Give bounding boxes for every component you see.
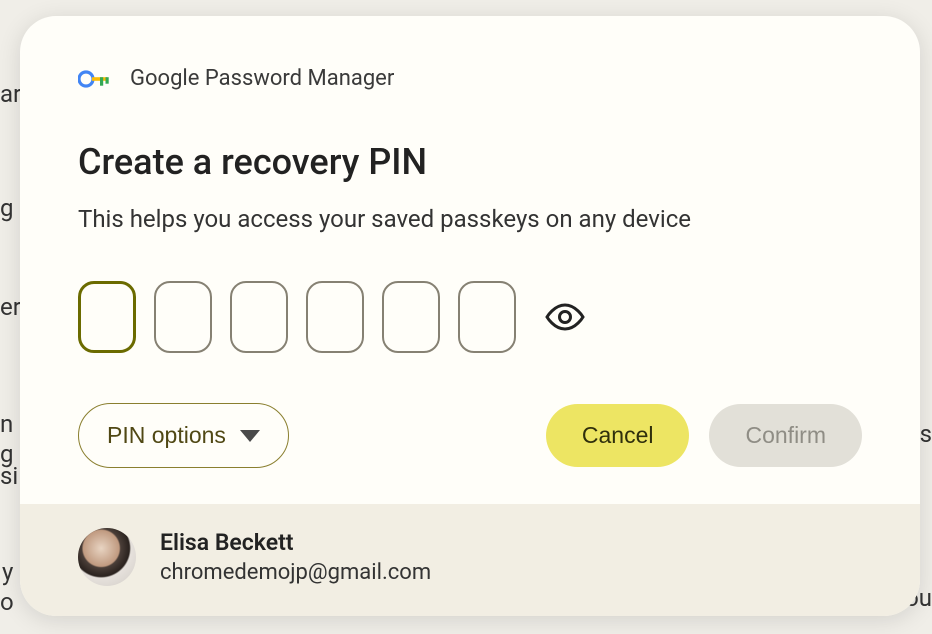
pin-input-row xyxy=(78,281,862,353)
pin-digit-1[interactable] xyxy=(78,281,136,353)
pin-options-button[interactable]: PIN options xyxy=(78,403,289,468)
account-text: Elisa Beckett chromedemojp@gmail.com xyxy=(160,529,431,585)
chevron-down-icon xyxy=(240,430,260,442)
pin-digit-5[interactable] xyxy=(382,281,440,353)
account-footer: Elisa Beckett chromedemojp@gmail.com xyxy=(20,504,920,616)
backdrop-text: si xyxy=(0,462,18,490)
recovery-pin-dialog: Google Password Manager Create a recover… xyxy=(20,16,920,616)
backdrop-text: g xyxy=(0,194,13,222)
brand-row: Google Password Manager xyxy=(78,66,862,91)
avatar xyxy=(78,528,136,586)
backdrop-text: y xyxy=(2,558,13,586)
brand-label: Google Password Manager xyxy=(130,66,394,91)
account-name: Elisa Beckett xyxy=(160,529,431,556)
right-actions: Cancel Confirm xyxy=(546,404,862,467)
cancel-button[interactable]: Cancel xyxy=(546,404,690,467)
google-password-manager-icon xyxy=(78,70,112,88)
toggle-visibility-icon[interactable] xyxy=(544,296,586,338)
dialog-subtitle: This helps you access your saved passkey… xyxy=(78,205,862,233)
confirm-button: Confirm xyxy=(709,404,862,467)
pin-options-label: PIN options xyxy=(107,422,226,449)
pin-digit-6[interactable] xyxy=(458,281,516,353)
pin-digit-3[interactable] xyxy=(230,281,288,353)
pin-digit-2[interactable] xyxy=(154,281,212,353)
pin-digit-4[interactable] xyxy=(306,281,364,353)
backdrop-text: ar xyxy=(0,80,21,108)
dialog-body: Google Password Manager Create a recover… xyxy=(20,16,920,504)
backdrop-text: er xyxy=(0,293,21,321)
dialog-title: Create a recovery PIN xyxy=(78,141,862,183)
backdrop-text: o xyxy=(0,588,14,616)
account-email: chromedemojp@gmail.com xyxy=(160,560,431,585)
actions-row: PIN options Cancel Confirm xyxy=(78,403,862,468)
